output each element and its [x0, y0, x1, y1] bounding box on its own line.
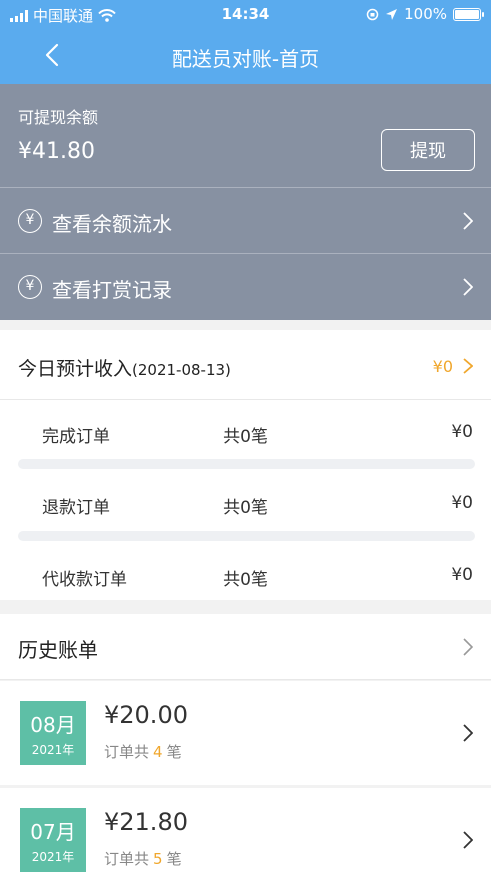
balance-flow-row[interactable]: ¥ 查看余额流水 [0, 187, 491, 253]
battery-icon [453, 7, 484, 21]
bill-month: 07月 [30, 820, 76, 844]
balance-summary: 可提现余额 ¥41.80 提现 [0, 84, 491, 187]
bill-amount: ¥20.00 [104, 701, 188, 729]
order-amount: ¥0 [451, 565, 473, 585]
balance-label: 可提现余额 [18, 108, 99, 127]
today-income-section: 今日预计收入(2021-08-13) ¥0 完成订单 共0笔 ¥0 退款订单 共… [0, 330, 491, 600]
order-count: 共0笔 [223, 570, 268, 590]
cod-orders-row: 代收款订单 共0笔 ¥0 [0, 551, 491, 601]
withdraw-button[interactable]: 提现 [381, 129, 475, 171]
bill-month: 08月 [30, 713, 76, 737]
balance-card: 可提现余额 ¥41.80 提现 ¥ 查看余额流水 ¥ 查看打赏记录 [0, 84, 491, 320]
chevron-right-icon [463, 724, 473, 742]
bill-order-count: 订单共 5 笔 [104, 848, 182, 869]
count-prefix: 订单共 [104, 743, 150, 761]
chevron-right-icon [463, 638, 473, 656]
count-prefix: 订单共 [104, 850, 150, 868]
tip-records-row[interactable]: ¥ 查看打赏记录 [0, 253, 491, 319]
row-divider [18, 531, 475, 541]
history-title: 历史账单 [18, 638, 98, 662]
order-amount: ¥0 [451, 422, 473, 442]
bill-item[interactable]: 08月 2021年 ¥20.00 订单共 4 笔 [0, 681, 491, 785]
chevron-right-icon [463, 358, 473, 374]
page-title: 配送员对账-首页 [171, 47, 320, 71]
status-right: 100% [366, 5, 484, 23]
today-income-title: 今日预计收入(2021-08-13) [18, 354, 231, 381]
refund-orders-row: 退款订单 共0笔 ¥0 [0, 479, 491, 529]
order-count: 共0笔 [223, 498, 268, 518]
nav-bar: 配送员对账-首页 [0, 28, 491, 84]
row-divider [18, 459, 475, 469]
yen-circle-icon: ¥ [18, 275, 42, 299]
count-suffix: 笔 [166, 850, 182, 868]
month-badge: 08月 2021年 [20, 701, 86, 765]
battery-percent: 100% [404, 5, 447, 23]
yen-circle-icon: ¥ [18, 209, 42, 233]
orientation-lock-icon [366, 8, 379, 20]
bill-item[interactable]: 07月 2021年 ¥21.80 订单共 5 笔 [0, 788, 491, 877]
balance-flow-label: 查看余额流水 [52, 212, 172, 236]
count-suffix: 笔 [166, 743, 182, 761]
bill-order-count: 订单共 4 笔 [104, 741, 182, 762]
bill-amount: ¥21.80 [104, 808, 188, 836]
today-title-text: 今日预计收入 [18, 358, 133, 380]
today-income-total: ¥0 [432, 357, 453, 376]
bill-year: 2021年 [31, 743, 75, 757]
bill-year: 2021年 [31, 850, 75, 864]
chevron-right-icon [463, 831, 473, 849]
count-number: 4 [153, 743, 163, 761]
chevron-right-icon [463, 278, 473, 296]
location-icon [386, 8, 398, 20]
today-date: (2021-08-13) [132, 361, 231, 379]
month-badge: 07月 2021年 [20, 808, 86, 872]
order-count: 共0笔 [223, 427, 268, 447]
order-amount: ¥0 [451, 493, 473, 513]
tip-records-label: 查看打赏记录 [52, 278, 172, 302]
balance-amount: ¥41.80 [18, 139, 95, 164]
completed-orders-row: 完成订单 共0笔 ¥0 [0, 408, 491, 458]
count-number: 5 [153, 850, 163, 868]
history-bills-header[interactable]: 历史账单 [0, 614, 491, 680]
today-income-header[interactable]: 今日预计收入(2021-08-13) ¥0 [0, 330, 491, 400]
chevron-right-icon [463, 212, 473, 230]
status-bar: 中国联通 14:34 100% [0, 0, 491, 28]
